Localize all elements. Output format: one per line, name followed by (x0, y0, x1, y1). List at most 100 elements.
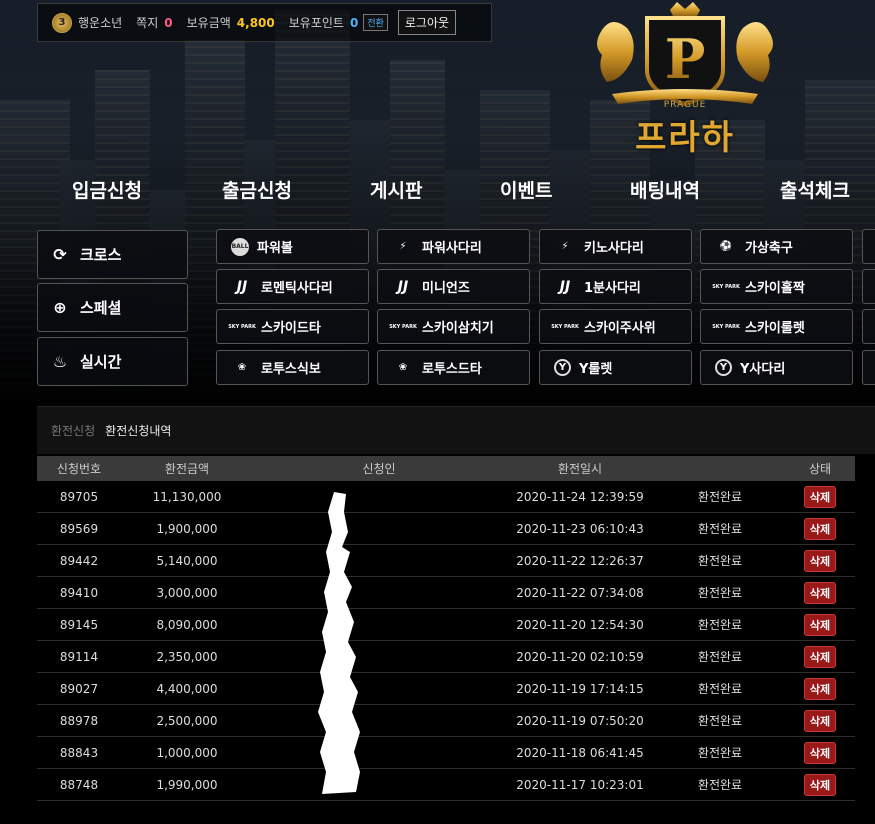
y-icon: Y (715, 359, 732, 376)
skypark-icon: SKY PARK (228, 323, 256, 330)
table-row: 88748 1,990,000 2020-11-17 10:23:01 환전완료 삭제 (37, 769, 855, 801)
game-label: 스카이홀짝 (745, 281, 805, 296)
game-powerball[interactable]: BALL 파워볼 (216, 229, 369, 264)
game-1min-ladder[interactable]: JJ 1분사다리 (539, 269, 692, 304)
row-amount: 1,900,000 (156, 521, 218, 536)
tab-exchange-request[interactable]: 환전신청 (51, 422, 95, 439)
game-label: 스카이삼치기 (422, 321, 494, 336)
table-row: 88843 1,000,000 2020-11-18 06:41:45 환전완료 삭제 (37, 737, 855, 769)
row-amount: 1,990,000 (156, 777, 218, 792)
delete-button[interactable]: 삭제 (803, 709, 837, 732)
nav-bet-history[interactable]: 배팅내역 (630, 176, 700, 203)
tab-exchange-history[interactable]: 환전신청내역 (105, 422, 171, 439)
nav-withdraw[interactable]: 출금신청 (222, 176, 292, 203)
row-status: 환전완료 (697, 554, 743, 568)
row-date: 2020-11-23 06:10:43 (516, 521, 644, 536)
game-label: 파워사다리 (422, 241, 482, 256)
game-stub[interactable] (862, 269, 875, 304)
site-logo[interactable]: P PRAGUE 프라하 (582, 0, 788, 160)
game-label: 키노사다리 (584, 241, 644, 256)
row-date: 2020-11-22 07:34:08 (516, 585, 644, 600)
row-action: 삭제 (785, 517, 855, 540)
game-sky-three[interactable]: SKY PARK 스카이삼치기 (377, 309, 530, 344)
game-stub[interactable] (862, 229, 875, 264)
row-date: 2020-11-20 12:54:30 (516, 617, 644, 632)
row-action: 삭제 (785, 645, 855, 668)
col-id: 신청번호 (56, 462, 102, 476)
delete-button[interactable]: 삭제 (803, 741, 837, 764)
row-date: 2020-11-19 17:14:15 (516, 681, 644, 696)
exchange-history-table: 신청번호 환전금액 신청인 환전일시 상태 89705 11,130,000 202… (37, 456, 855, 801)
row-id: 89410 (59, 585, 99, 600)
game-romantic-ladder[interactable]: JJ 로멘틱사다리 (216, 269, 369, 304)
memo-link[interactable]: 쪽지 0 (136, 14, 172, 31)
delete-button[interactable]: 삭제 (803, 677, 837, 700)
nav-event[interactable]: 이벤트 (500, 176, 552, 203)
nav-board[interactable]: 게시판 (370, 176, 422, 203)
table-row: 88978 2,500,000 2020-11-19 07:50:20 환전완료 삭제 (37, 705, 855, 737)
game-keno-ladder[interactable]: ⚡ 키노사다리 (539, 229, 692, 264)
side-live-label: 실시간 (80, 353, 122, 371)
row-id: 88843 (59, 745, 99, 760)
col-status: 상태 (808, 462, 832, 476)
main-nav: 입금신청 출금신청 게시판 이벤트 배팅내역 출석체크 (0, 176, 875, 206)
game-virtual-soccer[interactable]: ⚽ 가상축구 (700, 229, 853, 264)
y-icon: Y (554, 359, 571, 376)
row-amount: 2,500,000 (156, 713, 218, 728)
delete-button[interactable]: 삭제 (803, 773, 837, 796)
row-id: 88978 (59, 713, 99, 728)
side-special-button[interactable]: ⊕ 스페셜 (37, 283, 188, 332)
nav-attendance[interactable]: 출석체크 (780, 176, 850, 203)
row-amount: 5,140,000 (156, 553, 218, 568)
soccer-icon: ⚽ (719, 241, 733, 252)
delete-button[interactable]: 삭제 (803, 485, 837, 508)
game-y-ladder[interactable]: Y Y사다리 (700, 350, 853, 385)
delete-button[interactable]: 삭제 (803, 549, 837, 572)
redaction-mark (318, 492, 360, 794)
row-action: 삭제 (785, 741, 855, 764)
game-power-ladder[interactable]: ⚡ 파워사다리 (377, 229, 530, 264)
logo-letter: P (665, 27, 706, 91)
points-value: 0 (349, 15, 359, 30)
row-amount: 1,000,000 (156, 745, 218, 760)
delete-button[interactable]: 삭제 (803, 581, 837, 604)
game-sky-dragontiger[interactable]: SKY PARK 스카이드타 (216, 309, 369, 344)
balance-label: 보유금액 (186, 16, 231, 30)
row-amount: 2,350,000 (156, 649, 218, 664)
logo-subtitle: PRAGUE (663, 100, 707, 110)
jj-icon: JJ (559, 278, 571, 295)
game-minions[interactable]: JJ 미니언즈 (377, 269, 530, 304)
row-id: 89705 (59, 489, 99, 504)
row-action: 삭제 (785, 549, 855, 572)
side-live-button[interactable]: ♨ 실시간 (37, 337, 188, 386)
flame-icon: ♨ (52, 352, 68, 371)
game-label: 로투스식보 (261, 362, 321, 377)
ladder-icon: ⚡ (399, 241, 407, 252)
logout-button[interactable]: 로그아웃 (397, 10, 457, 35)
row-date: 2020-11-17 10:23:01 (516, 777, 644, 792)
game-sky-roulette[interactable]: SKY PARK 스카이룰렛 (700, 309, 853, 344)
nav-deposit[interactable]: 입금신청 (72, 176, 142, 203)
game-stub[interactable] (862, 309, 875, 344)
game-stub[interactable] (862, 350, 875, 385)
game-lotus-dragontiger[interactable]: ❀ 로투스드타 (377, 350, 530, 385)
convert-points-button[interactable]: 전환 (363, 14, 388, 31)
delete-button[interactable]: 삭제 (803, 645, 837, 668)
row-id: 89569 (59, 521, 99, 536)
exchange-tabs: 환전신청 환전신청내역 (37, 406, 875, 454)
skypark-icon: SKY PARK (712, 323, 740, 330)
side-cross-button[interactable]: ⟳ 크로스 (37, 230, 188, 279)
game-sky-dice[interactable]: SKY PARK 스카이주사위 (539, 309, 692, 344)
row-amount: 4,400,000 (156, 681, 218, 696)
delete-button[interactable]: 삭제 (803, 613, 837, 636)
username: 행운소년 (78, 16, 123, 30)
jj-icon: JJ (236, 278, 248, 295)
game-lotus-sicbo[interactable]: ❀ 로투스식보 (216, 350, 369, 385)
table-row: 89410 3,000,000 2020-11-22 07:34:08 환전완료 삭제 (37, 577, 855, 609)
game-y-roulette[interactable]: Y Y룰렛 (539, 350, 692, 385)
delete-button[interactable]: 삭제 (803, 517, 837, 540)
game-sky-oddeven[interactable]: SKY PARK 스카이홀짝 (700, 269, 853, 304)
row-date: 2020-11-19 07:50:20 (516, 713, 644, 728)
row-status: 환전완료 (697, 650, 743, 664)
col-date: 환전일시 (557, 462, 603, 476)
